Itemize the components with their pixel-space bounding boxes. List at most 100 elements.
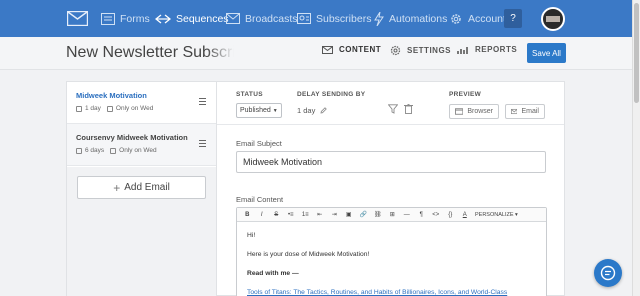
email-label: Email bbox=[521, 108, 539, 115]
strikethrough-button[interactable]: S bbox=[269, 212, 284, 218]
add-email-label: Add Email bbox=[124, 182, 170, 193]
nav-item-account[interactable]: Account bbox=[449, 0, 506, 37]
email-list: Midweek Motivation 1 day Only on Wed Cou… bbox=[66, 81, 217, 296]
envelope-logo-icon[interactable] bbox=[67, 0, 88, 37]
chat-icon bbox=[600, 265, 616, 281]
envelope-icon bbox=[511, 108, 518, 115]
top-nav: Forms Sequences Broadcasts Subscribers A… bbox=[0, 0, 632, 37]
delay-text: 1 day bbox=[297, 106, 316, 115]
code-button[interactable]: <> bbox=[429, 212, 444, 218]
subject-label: Email Subject bbox=[236, 139, 282, 148]
caret-down-icon: ▼ bbox=[272, 107, 278, 114]
envelope-icon bbox=[322, 45, 333, 54]
tab-label: SETTINGS bbox=[407, 46, 452, 55]
automations-icon bbox=[374, 11, 384, 26]
editor-body[interactable]: Hi! Here is your dose of Midweek Motivat… bbox=[237, 222, 546, 296]
email-meta: 1 day Only on Wed bbox=[76, 105, 153, 112]
table-button[interactable]: ⊞ bbox=[385, 211, 400, 218]
email-schedule: Only on Wed bbox=[115, 105, 154, 112]
nav-item-forms[interactable]: Forms bbox=[101, 0, 150, 37]
email-name: Midweek Motivation bbox=[76, 91, 147, 100]
plus-icon: + bbox=[113, 180, 121, 195]
tab-reports[interactable]: REPORTS bbox=[457, 45, 517, 54]
delay-label: DELAY SENDING BY bbox=[297, 91, 366, 98]
tab-settings[interactable]: SETTINGS bbox=[390, 45, 451, 56]
numbered-list-button[interactable]: 1≡ bbox=[298, 212, 313, 218]
link-button[interactable]: 🔗 bbox=[356, 211, 371, 218]
drag-handle-icon[interactable] bbox=[199, 140, 206, 149]
email-delay: 6 days bbox=[85, 147, 105, 154]
pencil-icon[interactable] bbox=[320, 107, 328, 114]
forms-icon bbox=[101, 12, 115, 25]
image-button[interactable]: ▣ bbox=[342, 211, 357, 218]
nav-item-automations[interactable]: Automations bbox=[374, 0, 447, 37]
content-link[interactable]: Tools of Titans: The Tactics, Routines, … bbox=[247, 289, 507, 296]
avatar[interactable] bbox=[541, 7, 565, 31]
delay-value[interactable]: 1 day bbox=[297, 106, 328, 115]
nav-label: Forms bbox=[120, 12, 150, 25]
nav-item-sequences[interactable]: Sequences bbox=[155, 0, 229, 37]
personalize-dropdown[interactable]: PERSONALIZE ▾ bbox=[475, 212, 518, 218]
nav-label: Subscribers bbox=[316, 12, 372, 25]
calendar-icon bbox=[110, 147, 117, 154]
email-meta: 6 days Only on Wed bbox=[76, 147, 157, 154]
nav-item-broadcasts[interactable]: Broadcasts bbox=[226, 0, 298, 37]
clock-icon bbox=[76, 147, 82, 154]
drag-handle-icon[interactable] bbox=[199, 98, 206, 107]
email-editor-panel: STATUS Published ▼ DELAY SENDING BY 1 da… bbox=[216, 81, 565, 296]
nav-label: Account bbox=[468, 12, 506, 25]
chat-support-button[interactable] bbox=[594, 259, 622, 287]
subscribers-icon bbox=[297, 13, 311, 24]
content-line: Hi! bbox=[247, 232, 256, 239]
preview-browser-button[interactable]: Browser bbox=[449, 104, 499, 119]
horizontal-rule-button[interactable]: — bbox=[400, 212, 415, 218]
nav-label: Automations bbox=[389, 12, 448, 25]
account-gear-icon bbox=[449, 12, 463, 26]
calendar-icon bbox=[106, 105, 113, 112]
unlink-button[interactable]: ⛓ bbox=[371, 211, 386, 218]
browser-icon bbox=[455, 108, 464, 115]
content-line: Read with me — bbox=[247, 270, 299, 277]
broadcasts-icon bbox=[226, 13, 240, 24]
scrollbar-thumb[interactable] bbox=[634, 3, 639, 103]
add-email-button[interactable]: + Add Email bbox=[77, 176, 206, 199]
nav-item-subscribers[interactable]: Subscribers bbox=[297, 0, 371, 37]
email-schedule: Only on Wed bbox=[119, 147, 157, 154]
template-button[interactable]: {} bbox=[443, 212, 458, 218]
italic-button[interactable]: I bbox=[255, 212, 270, 218]
email-subject-input[interactable]: Midweek Motivation bbox=[236, 151, 546, 173]
filter-icon[interactable] bbox=[388, 104, 398, 114]
email-list-item[interactable]: Coursenvy Midweek Motivation 6 days Only… bbox=[67, 124, 217, 166]
status-value: Published bbox=[240, 107, 271, 114]
nav-label: Broadcasts bbox=[245, 12, 298, 25]
gear-icon bbox=[390, 45, 401, 56]
editor-toolbar: B I S •≡ 1≡ ⇤ ⇥ ▣ 🔗 ⛓ ⊞ — ¶ <> {} A PERS… bbox=[237, 208, 546, 222]
save-all-button[interactable]: Save All bbox=[527, 43, 566, 63]
page-scrollbar[interactable] bbox=[632, 0, 640, 296]
bar-chart-icon bbox=[457, 46, 468, 54]
tab-label: REPORTS bbox=[475, 45, 518, 54]
paragraph-button[interactable]: ¶ bbox=[414, 212, 429, 218]
trash-icon[interactable] bbox=[404, 104, 413, 114]
nav-label: Sequences bbox=[176, 12, 229, 25]
bullet-list-button[interactable]: •≡ bbox=[284, 212, 299, 218]
indent-button[interactable]: ⇥ bbox=[327, 211, 342, 218]
email-name: Coursenvy Midweek Motivation bbox=[76, 133, 188, 142]
bold-button[interactable]: B bbox=[240, 212, 255, 218]
tab-label: CONTENT bbox=[339, 45, 382, 54]
help-button[interactable]: ? bbox=[504, 9, 522, 28]
page-title[interactable]: New Newsletter Subscriber S bbox=[66, 44, 234, 62]
text-color-button[interactable]: A bbox=[458, 212, 473, 218]
email-settings-row: STATUS Published ▼ DELAY SENDING BY 1 da… bbox=[217, 82, 564, 125]
clock-icon bbox=[76, 105, 82, 112]
outdent-button[interactable]: ⇤ bbox=[313, 211, 328, 218]
email-content-editor[interactable]: B I S •≡ 1≡ ⇤ ⇥ ▣ 🔗 ⛓ ⊞ — ¶ <> {} A PERS… bbox=[236, 207, 547, 296]
browser-label: Browser bbox=[467, 108, 493, 115]
content-label: Email Content bbox=[236, 195, 284, 204]
content-line: Here is your dose of Midweek Motivation! bbox=[247, 251, 370, 258]
status-select[interactable]: Published ▼ bbox=[236, 103, 282, 118]
email-list-item[interactable]: Midweek Motivation 1 day Only on Wed bbox=[67, 82, 217, 124]
preview-label: PREVIEW bbox=[449, 91, 482, 98]
tab-content[interactable]: CONTENT bbox=[322, 45, 381, 54]
preview-email-button[interactable]: Email bbox=[505, 104, 545, 119]
